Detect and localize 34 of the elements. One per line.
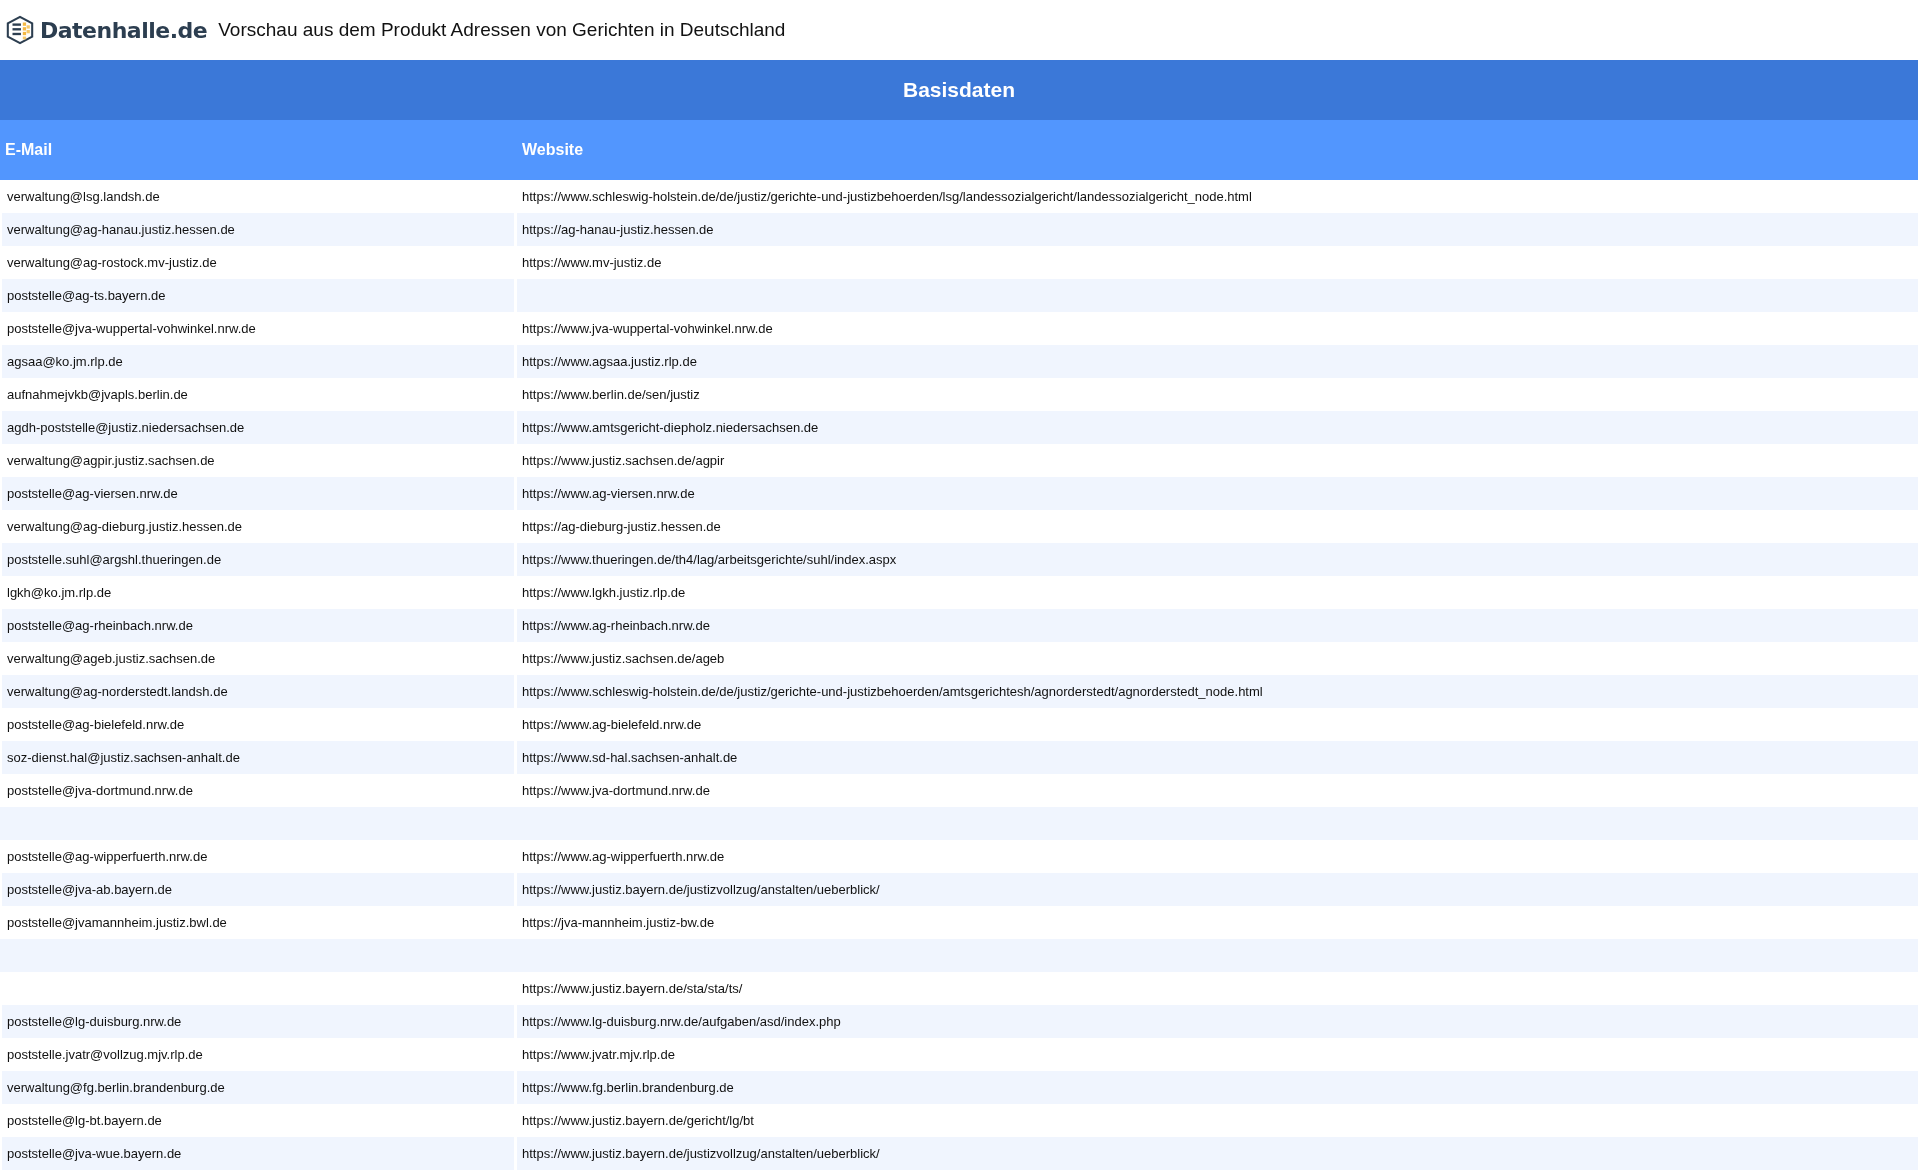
group-header: Basisdaten [0,60,1918,120]
table-cell-text: https://www.justiz.bayern.de/justizvollzug/anstalten/ueberblick/ [521,881,881,899]
table-cell-text: https://www.schleswig-holstein.de/de/justiz/gerichte-und-justizbehoerden/amtsgerichtesh/agnorderstedt/agnorderstedt_node.html [521,683,1264,701]
logo-icon [5,15,35,45]
table-cell-text: https://www.lgkh.justiz.rlp.de [521,584,687,602]
logo-text[interactable]: Datenhalle.de [40,17,208,43]
table-cell-text: https://www.jva-wuppertal-vohwinkel.nrw.de [521,320,774,338]
table-cell-text: https://www.justiz.bayern.de/gericht/lg/bt [521,1112,755,1130]
table-cell-text: https://www.amtsgericht-diepholz.niedersachsen.de [521,419,820,437]
table-cell-text: https://jva-mannheim.justiz-bw.de [521,914,716,932]
table-cell-text: https://www.justiz.sachsen.de/agpir [521,452,726,470]
table-cell: poststelle@jva-wue.bayern.de [0,1137,517,1170]
table-cell-text: https://www.jvatr.mjv.rlp.de [521,1046,676,1064]
table-cell-text: https://www.ag-wipperfuerth.nrw.de [521,848,726,866]
table-cell-text: https://www.mv-justiz.de [521,254,663,272]
table-cell-text: https://www.berlin.de/sen/justiz [521,386,701,404]
column-header: Website [522,141,584,158]
table-cell-text: https://ag-dieburg-justiz.hessen.de [521,518,722,536]
table-cell-text: https://www.lg-duisburg.nrw.de/aufgaben/asd/index.php [521,1013,842,1031]
table-cell-text: https://www.ag-rheinbach.nrw.de [521,617,711,635]
page-title: Vorschau aus dem Produkt Adressen von Gerichten in Deutschland [218,19,786,41]
table-cell-text: https://www.justiz.bayern.de/justizvollzug/anstalten/ueberblick/ [521,1145,881,1163]
table-cell-text: https://www.thueringen.de/th4/lag/arbeitsgerichte/suhl/index.aspx [521,551,898,569]
table-cell-text: https://www.jva-dortmund.nrw.de [521,782,711,800]
table-cell-text: https://ag-hanau-justiz.hessen.de [521,221,715,239]
table-cell-text: https://www.justiz.bayern.de/sta/sta/ts/ [521,980,744,998]
table-cell-text: https://www.schleswig-holstein.de/de/justiz/gerichte-und-justizbehoerden/lsg/landessozialgericht/landessozialgericht_node.html [521,188,1253,206]
table-cell-text: https://www.justiz.sachsen.de/ageb [521,650,726,668]
column-header: E-Mail [5,141,53,158]
table-cell-text: https://www.ag-viersen.nrw.de [521,485,696,503]
table-cell-text: https://www.ag-bielefeld.nrw.de [521,716,703,734]
table-cell-text: https://www.fg.berlin.brandenburg.de [521,1079,735,1097]
table-cell-text: https://www.agsaa.justiz.rlp.de [521,353,698,371]
table-cell-text: https://www.sd-hal.sachsen-anhalt.de [521,749,739,767]
